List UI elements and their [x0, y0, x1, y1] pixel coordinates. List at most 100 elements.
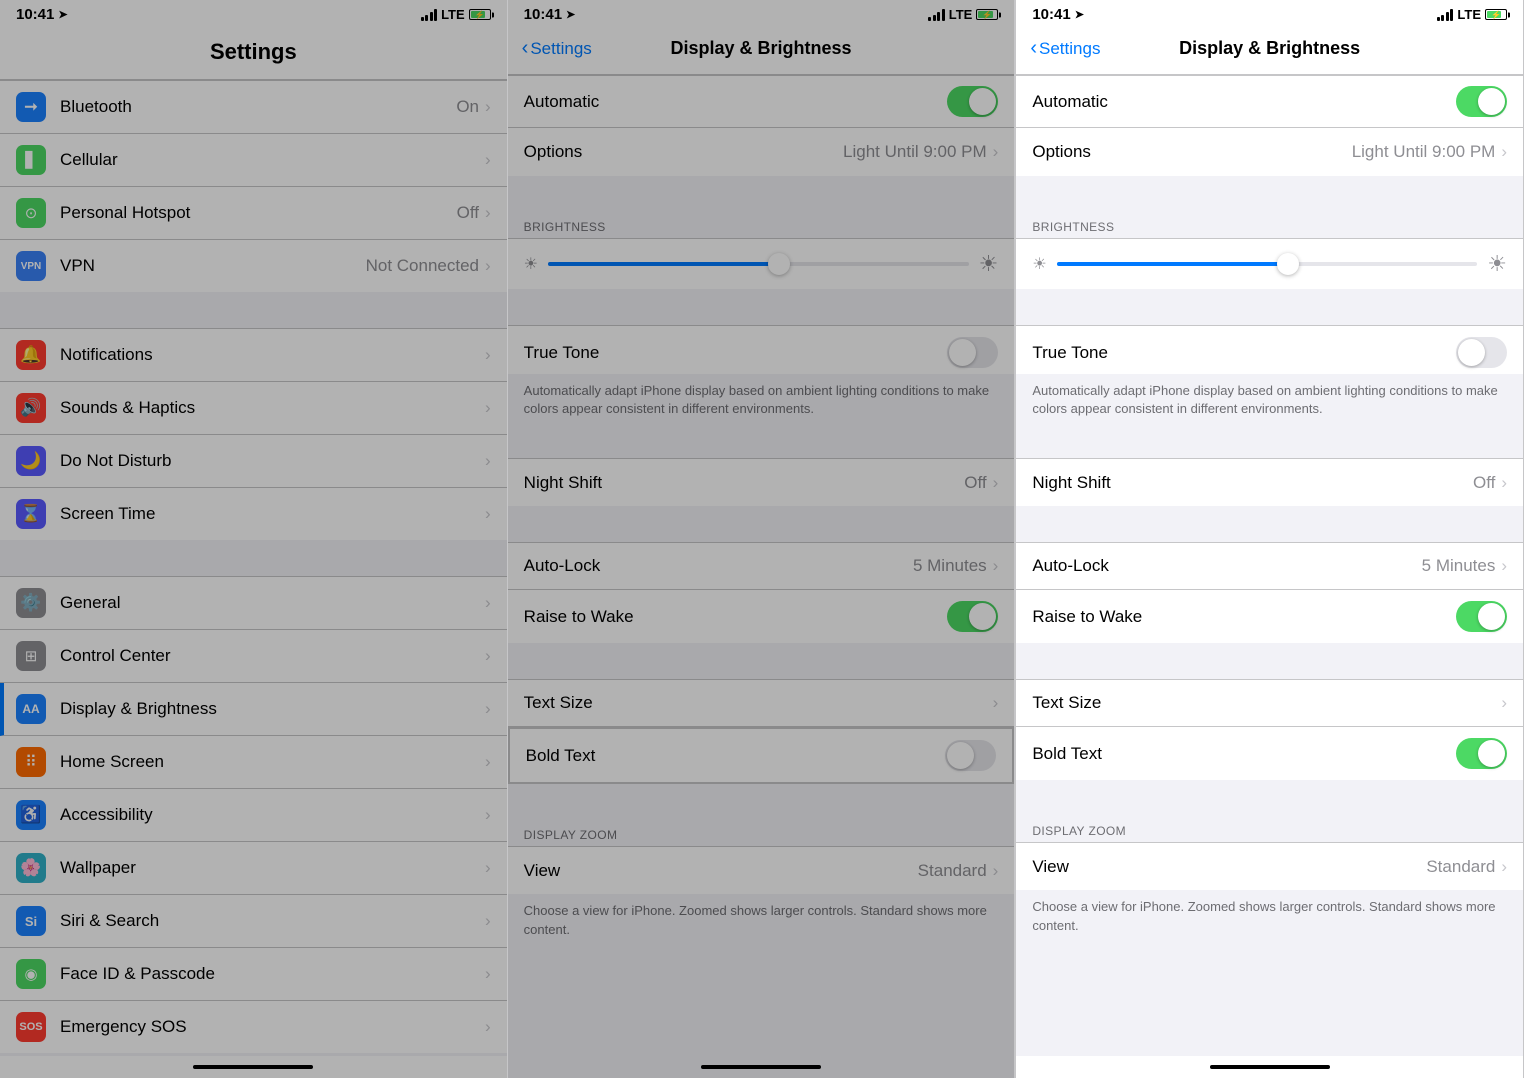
label-raise-2: Raise to Wake: [524, 607, 948, 627]
cell-boldtext-3[interactable]: Bold Text: [1016, 727, 1523, 780]
cell-textsize-3[interactable]: Text Size ›: [1016, 679, 1523, 727]
settings-cell-sounds[interactable]: 🔊 Sounds & Haptics ›: [0, 382, 507, 435]
settings-cell-emergency[interactable]: SOS Emergency SOS ›: [0, 1001, 507, 1053]
home-bar-3: [1016, 1056, 1523, 1078]
cell-value-hotspot: Off: [457, 203, 479, 223]
view-desc-2: Choose a view for iPhone. Zoomed shows l…: [508, 894, 1015, 942]
settings-cell-screentime[interactable]: ⌛ Screen Time ›: [0, 488, 507, 540]
settings-cell-display[interactable]: AA Display & Brightness ›: [0, 683, 507, 736]
slider-thumb-3: [1277, 253, 1299, 275]
label-view-2: View: [524, 861, 918, 881]
panel-settings: 10:41 ➤ LTE ⚡ Settings ⭢: [0, 0, 508, 1078]
lte-badge-1: LTE: [441, 7, 465, 22]
toggle-thumb-auto-3: [1478, 88, 1505, 115]
sb1: [928, 17, 931, 21]
settings-cell-wallpaper[interactable]: 🌸 Wallpaper ›: [0, 842, 507, 895]
cell-textsize-2[interactable]: Text Size ›: [508, 679, 1015, 727]
settings-group-connectivity: ⭢ Bluetooth On › ▋ Cellular › ⊙ Personal…: [0, 80, 507, 292]
text-group-3: Text Size › Bold Text: [1016, 679, 1523, 780]
settings-cell-vpn[interactable]: VPN VPN Not Connected ›: [0, 240, 507, 292]
toggle-boldtext-3[interactable]: [1456, 738, 1507, 769]
settings-cell-control[interactable]: ⊞ Control Center ›: [0, 630, 507, 683]
toggle-thumb-tt-3: [1458, 339, 1485, 366]
value-nightshift-2: Off: [964, 473, 986, 493]
label-automatic-2: Automatic: [524, 92, 948, 112]
status-bar-1: 10:41 ➤ LTE ⚡: [0, 0, 507, 27]
toggle-truetone-2[interactable]: [947, 337, 998, 368]
home-bar-line-1: [193, 1065, 313, 1069]
settings-scroll-1[interactable]: ⭢ Bluetooth On › ▋ Cellular › ⊙ Personal…: [0, 80, 507, 1056]
settings-group-display: ⚙️ General › ⊞ Control Center › AA Displ…: [0, 576, 507, 1053]
settings-cell-dnd[interactable]: 🌙 Do Not Disturb ›: [0, 435, 507, 488]
settings-cell-notifications[interactable]: 🔔 Notifications ›: [0, 328, 507, 382]
cell-value-vpn: Not Connected: [366, 256, 479, 276]
settings-scroll-2[interactable]: Automatic Options Light Until 9:00 PM › …: [508, 75, 1015, 1056]
cell-automatic-2[interactable]: Automatic: [508, 75, 1015, 128]
chevron-control: ›: [485, 646, 491, 666]
chevron-faceid: ›: [485, 964, 491, 984]
toggle-boldtext-2[interactable]: [945, 740, 996, 771]
label-autolock-3: Auto-Lock: [1032, 556, 1421, 576]
display-brightness-icon: AA: [16, 694, 46, 724]
bottom-spacer-3: [1016, 939, 1523, 979]
cell-truetone-3[interactable]: True Tone: [1016, 325, 1523, 374]
view-desc-3: Choose a view for iPhone. Zoomed shows l…: [1016, 890, 1523, 938]
cell-raise-3[interactable]: Raise to Wake: [1016, 590, 1523, 643]
toggle-truetone-3[interactable]: [1456, 337, 1507, 368]
status-bar-2: 10:41 ➤ LTE ⚡: [508, 0, 1015, 27]
settings-cell-general[interactable]: ⚙️ General ›: [0, 576, 507, 630]
toggle-automatic-3[interactable]: [1456, 86, 1507, 117]
cell-label-sounds: Sounds & Haptics: [60, 398, 485, 418]
cell-automatic-3[interactable]: Automatic: [1016, 75, 1523, 128]
settings-cell-bluetooth[interactable]: ⭢ Bluetooth On ›: [0, 80, 507, 134]
cell-label-faceid: Face ID & Passcode: [60, 964, 485, 984]
settings-cell-accessibility[interactable]: ♿ Accessibility ›: [0, 789, 507, 842]
cell-boldtext-2[interactable]: Bold Text: [508, 727, 1015, 784]
settings-cell-faceid[interactable]: ◉ Face ID & Passcode ›: [0, 948, 507, 1001]
cell-autolock-3[interactable]: Auto-Lock 5 Minutes ›: [1016, 542, 1523, 590]
cell-view-3[interactable]: View Standard ›: [1016, 842, 1523, 890]
chevron-cellular: ›: [485, 150, 491, 170]
chevron-view-2: ›: [993, 861, 999, 881]
settings-cell-homescreen[interactable]: ⠿ Home Screen ›: [0, 736, 507, 789]
cell-label-accessibility: Accessibility: [60, 805, 485, 825]
toggle-raise-3[interactable]: [1456, 601, 1507, 632]
page-title-2: Display & Brightness: [670, 38, 851, 59]
cell-autolock-2[interactable]: Auto-Lock 5 Minutes ›: [508, 542, 1015, 590]
brightness-slider-3[interactable]: [1057, 262, 1478, 266]
truetone-group-2: True Tone Automatically adapt iPhone dis…: [508, 325, 1015, 422]
cell-label-wallpaper: Wallpaper: [60, 858, 485, 878]
bottom-spacer-2: [508, 943, 1015, 983]
sun-large-2: ☀: [979, 251, 999, 277]
truetone-group-3: True Tone Automatically adapt iPhone dis…: [1016, 325, 1523, 422]
cell-options-2[interactable]: Options Light Until 9:00 PM ›: [508, 128, 1015, 176]
settings-scroll-3[interactable]: Automatic Options Light Until 9:00 PM › …: [1016, 75, 1523, 1056]
location-icon-3: ➤: [1075, 8, 1084, 21]
bluetooth-icon: ⭢: [16, 92, 46, 122]
cell-label-emergency: Emergency SOS: [60, 1017, 485, 1037]
cell-raise-2[interactable]: Raise to Wake: [508, 590, 1015, 643]
cell-truetone-2[interactable]: True Tone: [508, 325, 1015, 374]
back-button-2[interactable]: ‹ Settings: [522, 37, 592, 60]
settings-cell-cellular[interactable]: ▋ Cellular ›: [0, 134, 507, 187]
cell-nightshift-3[interactable]: Night Shift Off ›: [1016, 458, 1523, 506]
chevron-options-3: ›: [1501, 142, 1507, 162]
chevron-screentime: ›: [485, 504, 491, 524]
brightness-slider-2[interactable]: [548, 262, 969, 266]
cell-nightshift-2[interactable]: Night Shift Off ›: [508, 458, 1015, 506]
cell-view-2[interactable]: View Standard ›: [508, 846, 1015, 894]
sb4-3: [1450, 9, 1453, 21]
lte-badge-3: LTE: [1457, 7, 1481, 22]
settings-cell-hotspot[interactable]: ⊙ Personal Hotspot Off ›: [0, 187, 507, 240]
cell-options-3[interactable]: Options Light Until 9:00 PM ›: [1016, 128, 1523, 176]
vpn-icon: VPN: [16, 251, 46, 281]
back-button-3[interactable]: ‹ Settings: [1030, 37, 1100, 60]
chevron-vpn: ›: [485, 256, 491, 276]
chevron-textsize-2: ›: [993, 693, 999, 713]
cell-value-bluetooth: On: [456, 97, 479, 117]
nightshift-group-2: Night Shift Off ›: [508, 458, 1015, 506]
toggle-raise-2[interactable]: [947, 601, 998, 632]
chevron-nightshift-2: ›: [993, 473, 999, 493]
toggle-automatic-2[interactable]: [947, 86, 998, 117]
settings-cell-siri[interactable]: Si Siri & Search ›: [0, 895, 507, 948]
